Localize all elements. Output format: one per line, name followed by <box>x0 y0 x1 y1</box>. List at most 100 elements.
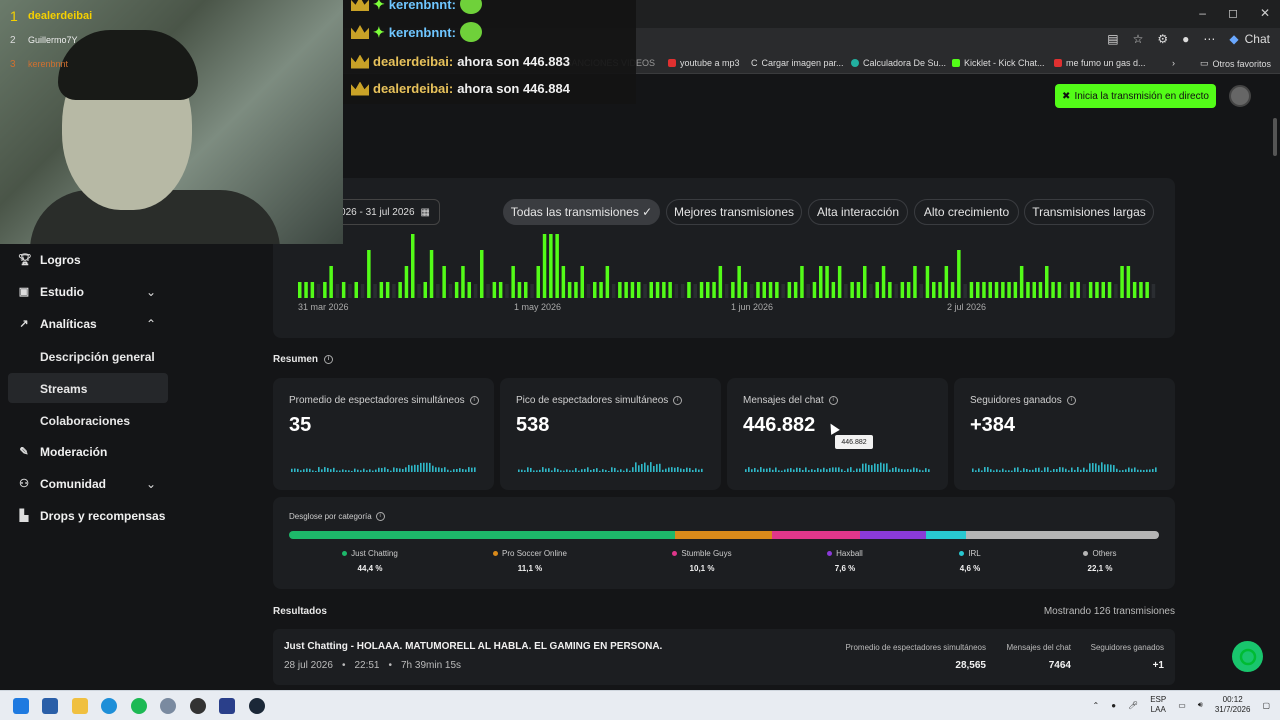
profile-icon[interactable]: ● <box>1182 32 1189 46</box>
chart-bar[interactable] <box>417 284 421 298</box>
chart-bar[interactable] <box>1019 266 1024 298</box>
chart-bar[interactable] <box>806 284 811 298</box>
chart-bar[interactable] <box>662 282 666 298</box>
chart-bar[interactable] <box>737 266 741 298</box>
chart-bar[interactable] <box>894 284 898 298</box>
chart-bar[interactable] <box>1076 282 1080 298</box>
chart-bar[interactable] <box>1082 284 1087 298</box>
network-icon[interactable]: ▭ <box>1178 701 1186 710</box>
chart-bar[interactable] <box>718 266 723 298</box>
chart-bar[interactable] <box>932 282 936 298</box>
chart-bar[interactable] <box>925 266 930 298</box>
chart-bar[interactable] <box>473 284 478 298</box>
chart-bar[interactable] <box>724 284 729 298</box>
sidebar-item-logros[interactable]: 🏆︎ Logros <box>18 248 81 272</box>
category-segment[interactable] <box>965 531 1159 539</box>
chart-bar[interactable] <box>1145 282 1149 298</box>
chart-bar[interactable] <box>768 282 773 298</box>
close-icon[interactable]: ✕ <box>1260 6 1270 20</box>
chart-bar[interactable] <box>712 282 716 298</box>
chart-bar[interactable] <box>599 282 603 298</box>
chevron-up-icon[interactable]: ⌃ <box>1093 701 1100 710</box>
chart-bar[interactable] <box>1107 282 1112 298</box>
chart-bar[interactable] <box>906 282 911 298</box>
bookmark-youtube-mp3[interactable]: youtube a mp3 <box>668 58 740 68</box>
bookmark-kicklet[interactable]: Kicklet - Kick Chat... <box>952 58 1045 68</box>
chart-bar[interactable] <box>555 234 559 298</box>
scrollbar-thumb[interactable] <box>1273 118 1277 156</box>
chart-bar[interactable] <box>649 282 654 298</box>
chart-bar[interactable] <box>1120 266 1124 298</box>
microphone-icon[interactable]: 🎤︎ <box>1128 701 1138 710</box>
chart-bar[interactable] <box>1101 282 1106 298</box>
category-segment[interactable] <box>771 531 860 539</box>
spotify-icon[interactable] <box>131 698 147 714</box>
chart-bar[interactable] <box>1007 282 1011 298</box>
filter-mejores[interactable]: Mejores transmisiones <box>666 199 802 225</box>
category-segment[interactable] <box>859 531 926 539</box>
reader-icon[interactable]: ▤ <box>1107 32 1118 46</box>
chart-bar[interactable] <box>536 266 541 298</box>
chart-bar[interactable] <box>1151 284 1156 298</box>
chart-bar[interactable] <box>888 282 892 298</box>
chart-bar[interactable] <box>492 282 497 298</box>
chart-bar[interactable] <box>787 282 792 298</box>
chart-bar[interactable] <box>442 266 446 298</box>
windows-start-icon[interactable] <box>13 698 29 714</box>
sidebar-item-streams[interactable]: Streams <box>40 382 87 396</box>
chart-bar[interactable] <box>643 284 647 298</box>
chart-bar[interactable] <box>963 284 967 298</box>
chart-bar[interactable] <box>404 266 409 298</box>
chart-bar[interactable] <box>593 282 597 298</box>
chart-bar[interactable] <box>762 282 767 298</box>
chart-bar[interactable] <box>360 284 365 298</box>
filter-alta-interaccion[interactable]: Alta interacción <box>808 199 908 225</box>
chart-bar[interactable] <box>323 282 327 298</box>
bookmark-gas[interactable]: me fumo un gas d... <box>1054 58 1146 68</box>
chart-bar[interactable] <box>448 284 453 298</box>
info-icon[interactable]: i <box>828 396 838 405</box>
chart-bar[interactable] <box>800 266 804 298</box>
chart-bar[interactable] <box>316 284 321 298</box>
chart-bar[interactable] <box>655 282 660 298</box>
chart-bar[interactable] <box>335 284 340 298</box>
chart-bar[interactable] <box>988 282 993 298</box>
chart-bar[interactable] <box>467 282 472 298</box>
chart-bar[interactable] <box>982 282 986 298</box>
chart-bar[interactable] <box>549 234 553 298</box>
chart-bar[interactable] <box>850 282 854 298</box>
chart-bar[interactable] <box>856 282 861 298</box>
chart-bar[interactable] <box>1013 282 1018 298</box>
chart-bar[interactable] <box>812 282 817 298</box>
chart-bar[interactable] <box>938 282 942 298</box>
steam-icon[interactable] <box>249 698 265 714</box>
chart-bar[interactable] <box>298 282 302 298</box>
sidebar-item-comunidad[interactable]: ⚇ Comunidad <box>18 472 106 496</box>
chart-bar[interactable] <box>454 282 459 298</box>
star-icon[interactable]: ☆ <box>1133 32 1144 46</box>
chart-bar[interactable] <box>863 266 867 298</box>
chart-bar[interactable] <box>693 284 698 298</box>
chart-bar[interactable] <box>398 282 402 298</box>
stream-title[interactable]: Just Chatting - HOLAAA. MATUMORELL AL HA… <box>284 641 662 652</box>
chart-bar[interactable] <box>480 250 484 298</box>
chart-bar[interactable] <box>976 282 980 298</box>
chart-bar[interactable] <box>825 266 829 298</box>
chart-bar[interactable] <box>944 266 949 298</box>
chart-bar[interactable] <box>869 284 873 298</box>
obs-icon[interactable] <box>190 698 206 714</box>
chart-bar[interactable] <box>618 282 622 298</box>
chart-bar[interactable] <box>913 266 917 298</box>
chart-bar[interactable] <box>567 282 572 298</box>
chart-bar[interactable] <box>881 266 886 298</box>
chart-bar[interactable] <box>542 234 547 298</box>
sidebar-item-moderacion[interactable]: ✎ Moderación <box>18 440 107 464</box>
category-segment[interactable] <box>289 531 676 539</box>
chart-bar[interactable] <box>875 282 880 298</box>
chart-bar[interactable] <box>1139 282 1143 298</box>
chart-bar[interactable] <box>957 250 961 298</box>
notification-icon[interactable]: ▢ <box>1262 701 1270 710</box>
edge-icon[interactable] <box>101 698 117 714</box>
sidebar-item-analiticas[interactable]: ↗ Analíticas <box>18 312 96 336</box>
chart-bar[interactable] <box>756 282 760 298</box>
